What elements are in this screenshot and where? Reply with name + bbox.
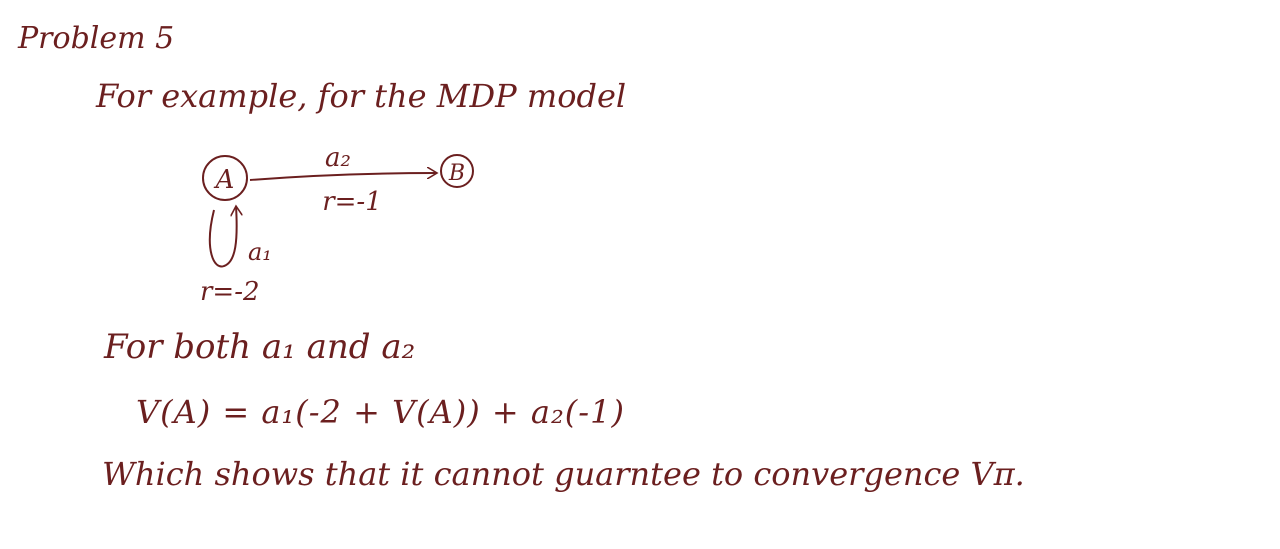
state-a-label: A	[214, 165, 235, 195]
transition-action-label: a₂	[325, 143, 351, 173]
transition-reward-label: r=-1	[322, 187, 382, 217]
problem-heading: Problem 5	[18, 21, 175, 56]
both-actions-text: For both a₁ and a₂	[104, 327, 416, 367]
value-equation: V(A) = a₁(-2 + V(A)) + a₂(-1)	[136, 393, 625, 431]
self-loop-reward-label: r=-2	[200, 277, 260, 307]
intro-text: For example, for the MDP model	[96, 77, 627, 115]
conclusion-text: Which shows that it cannot guarntee to c…	[102, 455, 1025, 493]
mdp-diagram: A B a₂ r=-1 a₁ r=-2	[200, 143, 474, 307]
self-loop-arrow	[208, 206, 237, 268]
self-loop-action-label: a₁	[248, 238, 272, 266]
state-b-label: B	[448, 161, 465, 186]
transition-arrow	[249, 173, 437, 181]
